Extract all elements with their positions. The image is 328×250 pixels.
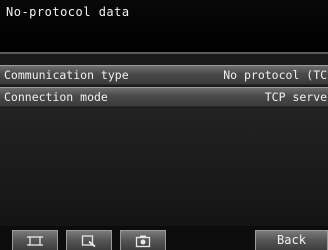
capture-button[interactable] <box>120 230 166 250</box>
zoom-icon <box>81 234 96 247</box>
setting-value: TCP server <box>264 90 328 104</box>
back-button[interactable]: Back <box>255 230 328 250</box>
setting-value: No protocol (TCP <box>223 68 328 82</box>
title-bar: No-protocol data <box>0 0 328 54</box>
screen: No-protocol data Communication type No p… <box>0 0 328 250</box>
setting-row-communication-type[interactable]: Communication type No protocol (TCP <box>0 65 328 85</box>
page-title: No-protocol data <box>6 5 130 19</box>
setting-label: Connection mode <box>4 90 108 104</box>
camera-icon <box>135 235 151 247</box>
setting-label: Communication type <box>4 68 129 82</box>
content-area <box>0 108 328 226</box>
fit-frame-button[interactable] <box>12 230 58 250</box>
toolbar: Back <box>0 226 328 250</box>
zoom-button[interactable] <box>66 230 112 250</box>
fit-frame-icon <box>27 235 43 246</box>
setting-row-connection-mode[interactable]: Connection mode TCP server <box>0 87 328 107</box>
